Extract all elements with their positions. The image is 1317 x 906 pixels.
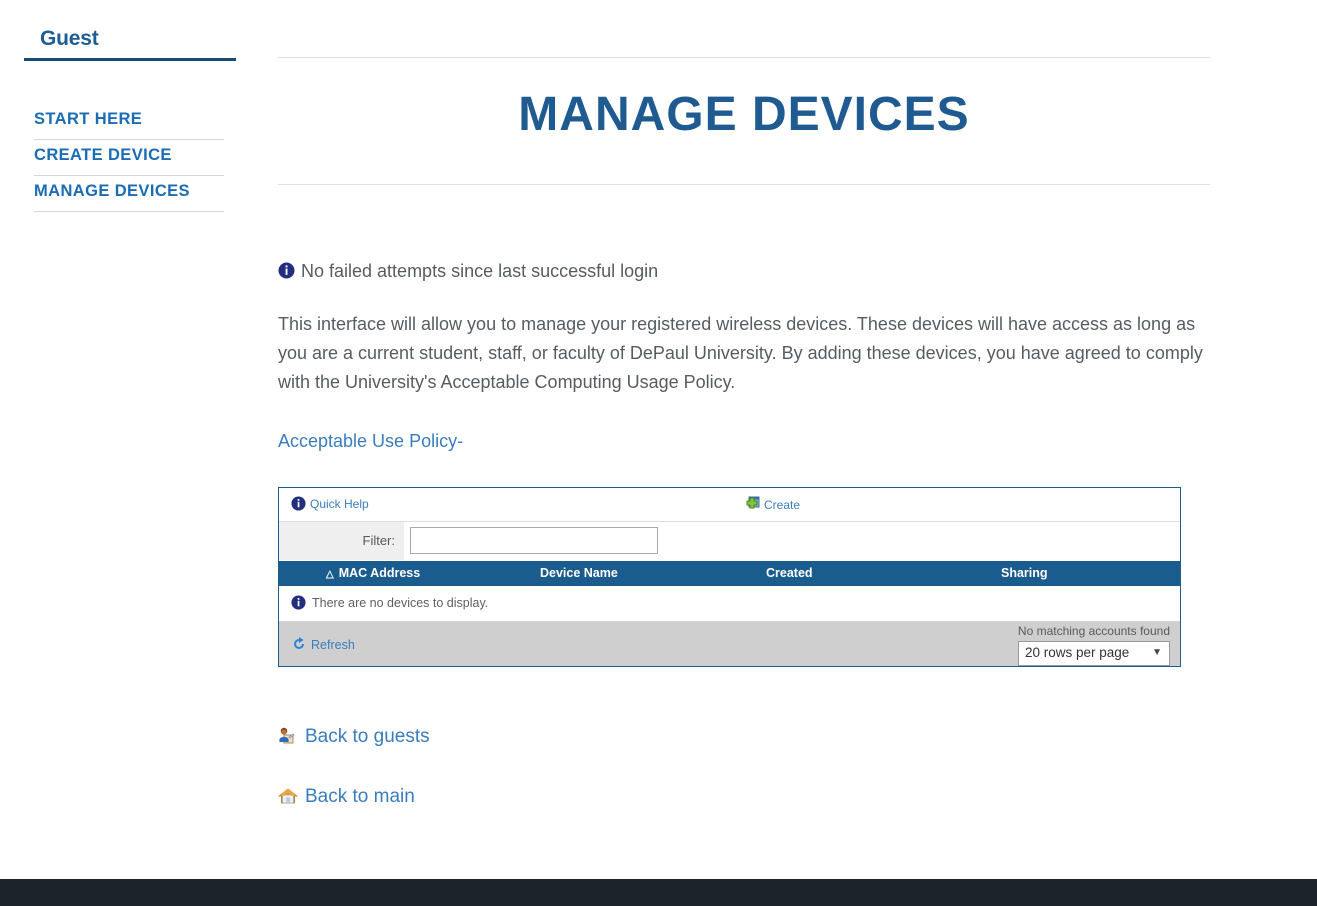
quick-help-link[interactable]: Quick Help (291, 496, 369, 511)
back-to-guests-link[interactable]: Back to guests (278, 726, 430, 748)
add-window-icon (746, 496, 760, 509)
chevron-down-icon: ▼ (1152, 647, 1162, 658)
divider-top (278, 57, 1210, 58)
page-title: MANAGE DEVICES (518, 88, 970, 141)
filter-input[interactable] (410, 527, 658, 554)
devices-panel: Quick Help Create Filter: △ MAC Address D… (278, 487, 1181, 667)
column-label: MAC Address (338, 566, 421, 580)
user-guest-icon (279, 727, 295, 744)
column-header-created[interactable]: Created (766, 566, 813, 580)
sort-ascending-triangle-icon: △ (326, 569, 334, 580)
divider-bottom (278, 184, 1210, 185)
refresh-icon (294, 637, 304, 649)
sidebar-item-manage-devices[interactable]: MANAGE DEVICES (34, 176, 224, 212)
login-notice-text: No failed attempts since last successful… (301, 261, 659, 281)
refresh-link[interactable]: Refresh (291, 636, 355, 652)
devices-table-empty-row: There are no devices to display. (279, 586, 1180, 622)
intro-paragraph: This interface will allow you to manage … (278, 314, 1203, 392)
back-to-guests-label: Back to guests (305, 726, 430, 747)
column-header-mac-address[interactable]: △ MAC Address (326, 566, 420, 580)
empty-message: There are no devices to display. (291, 595, 488, 610)
sidebar-nav: START HERE CREATE DEVICE MANAGE DEVICES (34, 104, 224, 212)
sidebar-item-label: MANAGE DEVICES (34, 182, 190, 200)
rows-per-page-select[interactable]: 20 rows per page ▼ (1018, 641, 1170, 666)
back-to-main-link[interactable]: Back to main (277, 786, 415, 808)
info-icon (291, 496, 306, 511)
create-label: Create (764, 498, 801, 512)
rows-per-page-value: 20 rows per page (1025, 645, 1130, 660)
column-header-sharing[interactable]: Sharing (1001, 566, 1048, 580)
filter-label: Filter: (279, 522, 404, 560)
back-to-main-label: Back to main (305, 786, 415, 807)
filter-row: Filter: (279, 522, 1180, 561)
home-icon (277, 788, 299, 804)
account-label: Guest (40, 27, 99, 50)
match-status: No matching accounts found (1017, 624, 1170, 638)
acceptable-use-policy-link[interactable]: Acceptable Use Policy- (278, 431, 463, 452)
panel-toolbar: Quick Help Create (279, 488, 1180, 522)
column-header-device-name[interactable]: Device Name (540, 566, 618, 580)
sidebar-item-label: START HERE (34, 110, 143, 128)
sidebar-item-label: CREATE DEVICE (34, 146, 172, 164)
quick-help-label: Quick Help (310, 497, 369, 511)
login-notice: No failed attempts since last successful… (278, 258, 658, 284)
info-icon (278, 262, 295, 279)
info-icon (291, 595, 306, 610)
account-underline (24, 58, 236, 61)
panel-footer: Refresh No matching accounts found 20 ro… (279, 622, 1180, 666)
sidebar-item-create-device[interactable]: CREATE DEVICE (34, 140, 224, 176)
devices-table-header: △ MAC Address Device Name Created Sharing (279, 561, 1180, 586)
sidebar: Guest START HERE CREATE DEVICE MANAGE DE… (0, 0, 262, 880)
account-block: Guest (24, 26, 236, 61)
create-device-link[interactable]: Create (743, 496, 800, 512)
sidebar-item-start-here[interactable]: START HERE (34, 104, 224, 140)
page-footer-bar (0, 879, 1317, 906)
refresh-label: Refresh (311, 638, 355, 652)
empty-message-text: There are no devices to display. (312, 596, 489, 610)
